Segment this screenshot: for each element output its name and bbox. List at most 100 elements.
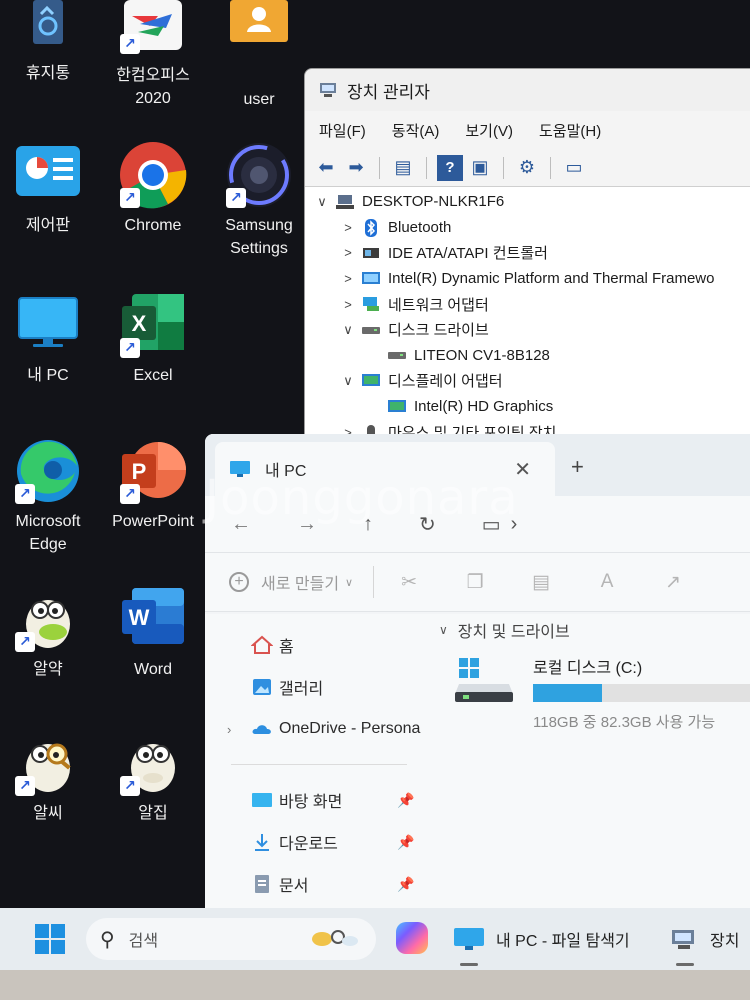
expand-arrow-icon[interactable]: > [339,271,357,286]
desktop-icon-label: user [243,91,275,108]
help-icon[interactable]: ? [437,154,463,181]
this-pc-item[interactable]: 내 PC [0,290,100,387]
tree-row-disk-drives[interactable]: ∨ 디스크 드라이브 [305,317,750,343]
shortcut-arrow-icon: ↗ [120,338,140,358]
pin-icon[interactable]: 📌 [397,834,414,851]
user-folder-icon [224,0,294,70]
tree-row-network[interactable]: > 네트워크 어댑터 [305,291,750,317]
back-arrow-icon[interactable]: ⬅ [313,155,339,181]
word-item[interactable]: W Word [101,584,205,681]
nav-item-downloads[interactable]: 다운로드 📌 [205,821,415,863]
nav-item-home[interactable]: 홈 [205,624,415,666]
copilot-icon[interactable] [396,922,428,954]
collapse-arrow-icon[interactable]: ∨ [313,194,331,210]
tree-row-bluetooth[interactable]: > Bluetooth [305,215,750,241]
menu-view[interactable]: 보기(V) [465,120,513,141]
hancom-office-icon: ↗ [118,0,188,70]
start-button[interactable] [34,923,66,955]
scan-hardware-icon[interactable]: ⚙ [514,155,540,181]
cut-icon[interactable]: ✂ [398,571,420,593]
tab-strip: 내 PC ✕ + [205,434,750,496]
excel-icon: X ↗ [118,290,188,360]
alyac-item[interactable]: ↗ 알약 [0,584,100,681]
tree-row-intel-dptf[interactable]: > Intel(R) Dynamic Platform and Thermal … [305,266,750,292]
back-icon[interactable]: ← [231,513,251,536]
menu-action[interactable]: 동작(A) [392,120,440,141]
device-manager-titlebar[interactable]: 장치 관리자 [305,69,750,111]
user-folder-item[interactable]: user [207,0,311,111]
nav-item-documents[interactable]: 문서 📌 [205,863,415,905]
cloud-icon [251,719,273,739]
control-panel-item[interactable]: 제어판 [0,140,100,237]
collapse-arrow-icon[interactable]: ∨ [339,322,357,338]
control-panel-icon [13,140,83,210]
nav-item-onedrive[interactable]: › OneDrive - Persona [205,708,420,750]
close-icon[interactable]: ✕ [514,457,531,482]
tab-this-pc[interactable]: 내 PC ✕ [215,442,555,496]
share-icon[interactable]: ↗ [662,571,684,593]
tree-row-disk-liteon[interactable]: LITEON CV1-8B128 [305,343,750,369]
chrome-item[interactable]: ↗ Chrome [101,140,205,237]
pin-icon[interactable]: 📌 [397,792,414,809]
nav-item-desktop[interactable]: 바탕 화면 📌 [205,779,415,821]
menu-file[interactable]: 파일(F) [319,120,366,141]
nav-item-gallery[interactable]: 갤러리 [205,666,415,708]
powerpoint-item[interactable]: P ↗ PowerPoint [101,436,205,533]
tree-row-computer[interactable]: ∨ DESKTOP-NLKR1F6 [305,189,750,215]
toolbar-separator [503,156,504,179]
expand-arrow-icon[interactable]: > [339,297,357,312]
rename-icon[interactable]: A [596,571,618,593]
window-title: 장치 관리자 [347,82,430,102]
desktop-icon-label: Word [134,661,172,678]
explorer-body: 홈 갤러리 › OneDrive - Persona 바탕 화면 📌 다운로드 … [205,614,750,914]
location-monitor-icon[interactable]: ▭ [482,512,501,537]
desktop-icon-label: Excel [133,367,173,384]
paste-icon[interactable]: ▤ [530,571,552,593]
update-driver-icon[interactable]: ▣ [467,155,493,181]
nav-label: 갤러리 [279,681,324,698]
running-indicator [460,963,478,966]
monitor-icon [452,926,486,952]
taskbar-app-device-manager[interactable]: 장치 [668,908,739,970]
tree-row-intel-hd[interactable]: Intel(R) HD Graphics [305,394,750,420]
up-icon[interactable]: ↑ [363,513,373,536]
menu-help[interactable]: 도움말(H) [539,120,601,141]
samsung-settings-icon: ↗ [224,140,294,210]
tree-row-ide[interactable]: > IDE ATA/ATAPI 컨트롤러 [305,240,750,266]
new-tab-button[interactable]: + [571,454,584,480]
recycle-bin-icon-item[interactable]: 휴지통 [0,0,100,85]
drive-item-c[interactable]: 로컬 디스크 (C:) 118GB 중 82.3GB 사용 가능 [415,654,750,732]
expand-chevron-icon[interactable]: › [227,722,231,737]
hancom-office-item[interactable]: ↗ 한컴오피스 2020 [101,0,205,110]
tree-label: DESKTOP-NLKR1F6 [362,193,505,211]
section-title: 장치 및 드라이브 [457,624,570,641]
shortcut-arrow-icon: ↗ [15,484,35,504]
monitor-scan-icon[interactable]: ▭ [561,155,587,181]
section-devices-drives[interactable]: ∨ 장치 및 드라이브 [415,614,750,646]
alzip-icon: ↗ [118,728,188,798]
forward-arrow-icon[interactable]: ➡ [343,155,369,181]
excel-item[interactable]: X ↗ Excel [101,290,205,387]
alsee-item[interactable]: ↗ 알씨 [0,728,100,825]
edge-item[interactable]: ↗ Microsoft Edge [0,436,100,556]
taskbar-app-file-explorer[interactable]: 내 PC - 파일 탐색기 [452,908,630,970]
expand-arrow-icon[interactable]: > [339,220,357,235]
properties-icon[interactable]: ▤ [390,155,416,181]
content-pane: ∨ 장치 및 드라이브 로컬 디스크 (C:) 118GB 중 82.3GB 사… [415,614,750,914]
taskbar-search[interactable]: ⚲ 검색 [86,918,376,960]
pin-icon[interactable]: 📌 [397,876,414,893]
breadcrumb-chevron-icon[interactable]: › [511,513,518,536]
alzip-item[interactable]: ↗ 알집 [101,728,205,825]
samsung-settings-item[interactable]: ↗ Samsung Settings [207,140,311,260]
desktop-icon-label: PowerPoint [112,513,194,530]
tree-row-display-adapters[interactable]: ∨ 디스플레이 어댑터 [305,368,750,394]
new-button[interactable]: + 새로 만들기 ∨ [229,570,353,594]
tree-label: LITEON CV1-8B128 [414,346,550,364]
refresh-icon[interactable]: ↻ [419,512,436,537]
drive-name: 로컬 디스크 (C:) [533,660,643,677]
copy-icon[interactable]: ❐ [464,571,486,593]
collapse-arrow-icon[interactable]: ∨ [339,373,357,389]
forward-icon[interactable]: → [297,513,317,536]
expand-arrow-icon[interactable]: > [339,245,357,260]
shortcut-arrow-icon: ↗ [120,34,140,54]
